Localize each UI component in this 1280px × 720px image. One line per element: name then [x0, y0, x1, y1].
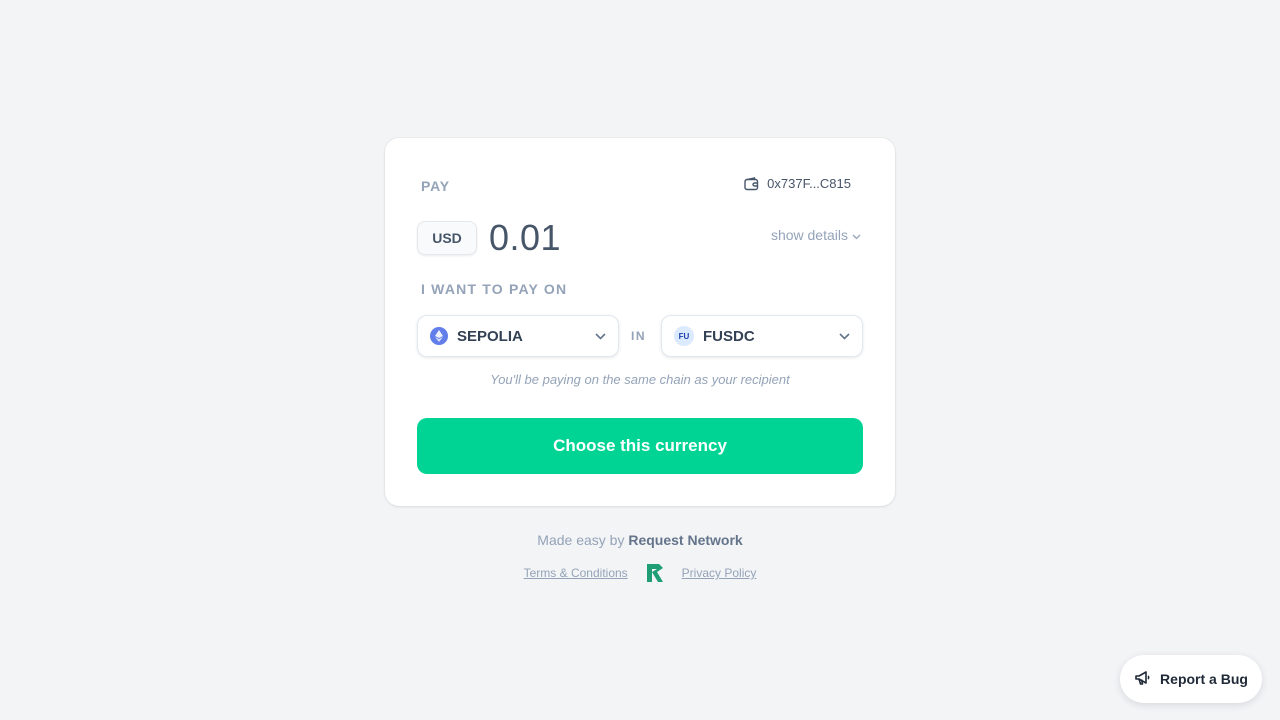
in-label: IN — [631, 329, 646, 343]
wallet-address[interactable]: 0x737F...C815 — [744, 176, 851, 191]
token-select-value: FUSDC — [703, 327, 755, 345]
fusdc-token-icon: FU — [674, 326, 694, 346]
footer-links: Terms & Conditions Privacy Policy — [0, 563, 1280, 583]
show-details-toggle[interactable]: show details — [771, 227, 861, 243]
ethereum-icon — [430, 327, 448, 345]
currency-badge: USD — [417, 221, 477, 255]
chevron-down-icon — [595, 327, 606, 345]
pay-on-label: I WANT TO PAY ON — [421, 281, 568, 297]
brand-name[interactable]: Request Network — [628, 532, 742, 548]
payment-card: PAY 0x737F...C815 USD 0.01 show details … — [385, 138, 895, 506]
made-easy-prefix: Made easy by — [537, 532, 625, 548]
pay-label: PAY — [421, 178, 450, 194]
megaphone-icon — [1134, 669, 1152, 690]
chain-select[interactable]: SEPOLIA — [417, 315, 619, 357]
payment-amount: 0.01 — [489, 217, 562, 258]
privacy-link[interactable]: Privacy Policy — [682, 566, 757, 580]
report-bug-label: Report a Bug — [1160, 671, 1248, 687]
choose-currency-button[interactable]: Choose this currency — [417, 418, 863, 474]
report-bug-button[interactable]: Report a Bug — [1120, 655, 1262, 703]
chain-select-value: SEPOLIA — [457, 327, 523, 345]
chevron-down-icon — [852, 227, 861, 243]
token-select[interactable]: FU FUSDC — [661, 315, 863, 357]
show-details-label: show details — [770, 227, 848, 243]
chevron-down-icon — [839, 327, 850, 345]
amount-row: USD 0.01 — [417, 217, 561, 259]
wallet-address-text: 0x737F...C815 — [767, 176, 851, 191]
request-network-logo — [646, 563, 664, 583]
terms-link[interactable]: Terms & Conditions — [524, 566, 628, 580]
same-chain-hint: You'll be paying on the same chain as yo… — [490, 372, 790, 387]
made-easy-by: Made easy by Request Network — [0, 532, 1280, 548]
wallet-icon — [744, 176, 759, 191]
